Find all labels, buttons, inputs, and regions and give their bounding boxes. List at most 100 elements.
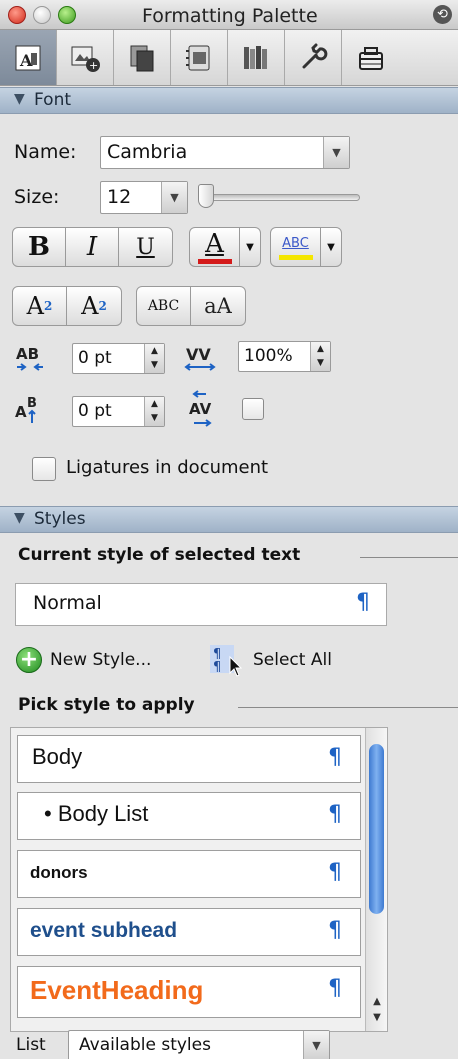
projects-icon	[358, 46, 383, 70]
position-stepper[interactable]: ▲ ▼	[144, 397, 164, 426]
pilcrow-icon: ¶	[328, 918, 342, 943]
tab-copy-pages[interactable]	[114, 30, 171, 85]
style-name: event subhead	[30, 919, 178, 942]
highlight-letters: ABC	[282, 235, 309, 251]
close-button[interactable]	[8, 6, 26, 24]
font-size-slider[interactable]	[200, 194, 360, 201]
superscript-letter: A	[26, 292, 44, 320]
bold-button[interactable]: B	[13, 228, 66, 266]
styles-header-label: Styles	[34, 509, 86, 529]
character-scale-icon: VV	[184, 345, 216, 371]
svg-text:B: B	[27, 396, 37, 411]
pilcrow-icon: ¶	[328, 802, 342, 827]
divider	[238, 707, 458, 708]
change-case-button[interactable]: aA	[191, 287, 245, 325]
character-scale-field[interactable]: 100% ▲ ▼	[238, 341, 331, 372]
pilcrow-icon: ¶	[356, 590, 370, 615]
svg-text:A: A	[19, 51, 33, 70]
styles-section-header[interactable]: ▼ Styles	[0, 506, 458, 533]
chevron-down-icon: ▼	[161, 182, 187, 213]
style-item-donors[interactable]: donors ¶	[17, 850, 361, 898]
font-color-bar	[197, 258, 232, 264]
zoom-button[interactable]	[58, 6, 76, 24]
spacing-stepper[interactable]: ▲ ▼	[144, 344, 164, 373]
scrapbook-icon	[186, 45, 210, 70]
character-spacing-value: 0 pt	[78, 348, 112, 368]
tab-scrapbook[interactable]	[171, 30, 228, 85]
highlight-color-bar	[278, 254, 313, 260]
baseline-position-icon: A B	[15, 396, 37, 423]
kerning-icon: AV	[189, 390, 212, 427]
palette-toolbar: A +	[0, 30, 458, 86]
font-color-button[interactable]: A	[190, 228, 240, 266]
new-style-button[interactable]: + New Style...	[16, 645, 176, 677]
pick-style-label: Pick style to apply	[18, 695, 195, 715]
font-name-popup[interactable]: Cambria ▼	[100, 136, 350, 169]
style-item-event-subhead[interactable]: event subhead ¶	[17, 908, 361, 956]
select-all-icon: ¶ ¶	[210, 645, 243, 677]
font-header-label: Font	[34, 90, 72, 110]
font-section-header[interactable]: ▼ Font	[0, 87, 458, 114]
kerning-checkbox[interactable]	[242, 398, 264, 420]
chevron-down-icon: ▼	[323, 137, 349, 168]
baseline-position-field[interactable]: 0 pt ▲ ▼	[72, 396, 165, 427]
select-all-button[interactable]: ¶ ¶ Select All	[210, 643, 360, 679]
style-item-body-list[interactable]: • Body List ¶	[17, 792, 361, 840]
style-item-body[interactable]: Body ¶	[17, 735, 361, 783]
character-spacing-icon: AB	[16, 345, 43, 371]
scrollbar-thumb[interactable]	[369, 744, 384, 914]
reference-tools-icon	[244, 45, 267, 69]
font-size-label: Size:	[14, 186, 60, 208]
character-scale-value: 100%	[244, 346, 293, 366]
highlight-button[interactable]: ABC	[271, 228, 321, 266]
superscript-mark: 2	[44, 299, 53, 313]
scale-stepper[interactable]: ▲ ▼	[310, 342, 330, 371]
svg-text:AV: AV	[189, 400, 212, 418]
style-name: EventHeading	[30, 975, 204, 1005]
font-size-combo[interactable]: 12 ▼	[100, 181, 188, 214]
tab-text-format[interactable]: A	[0, 30, 57, 85]
tab-projects[interactable]	[342, 30, 399, 85]
tab-reference-tools[interactable]	[228, 30, 285, 85]
ligatures-label: Ligatures in document	[66, 457, 269, 478]
underline-button[interactable]: U	[119, 228, 172, 266]
character-spacing-field[interactable]: 0 pt ▲ ▼	[72, 343, 165, 374]
subscript-mark: 2	[98, 299, 107, 313]
change-case-letters: aA	[204, 294, 232, 318]
svg-text:AB: AB	[16, 345, 39, 363]
font-name-value: Cambria	[107, 141, 188, 163]
chevron-down-icon: ▼	[303, 1031, 329, 1059]
style-name: donors	[30, 863, 88, 882]
tab-toolbox[interactable]	[285, 30, 342, 85]
minimize-button[interactable]	[33, 6, 51, 24]
add-objects-icon: +	[71, 46, 100, 72]
subscript-button[interactable]: A2	[67, 287, 121, 325]
highlight-control[interactable]: ABC ▼	[270, 227, 342, 267]
small-caps-button[interactable]: ABC	[137, 287, 192, 325]
pilcrow-icon: ¶	[328, 860, 342, 885]
scroll-down-arrow[interactable]: ▼	[366, 1012, 387, 1030]
restore-icon[interactable]: ⟲	[433, 5, 452, 24]
tab-add-objects[interactable]: +	[57, 30, 114, 85]
script-buttons: A2 A2	[12, 286, 122, 326]
style-list[interactable]: Body ¶ • Body List ¶ donors ¶ event subh…	[10, 727, 388, 1032]
case-buttons: ABC aA	[136, 286, 246, 326]
svg-text:VV: VV	[186, 345, 211, 364]
subscript-letter: A	[81, 292, 99, 320]
superscript-button[interactable]: A2	[13, 287, 68, 325]
ligatures-checkbox[interactable]	[32, 457, 56, 481]
list-filter-popup[interactable]: Available styles ▼	[68, 1030, 330, 1059]
highlight-menu-arrow[interactable]: ▼	[321, 228, 341, 266]
list-label: List	[16, 1035, 46, 1055]
font-color-letter: A	[205, 228, 224, 259]
style-item-event-heading[interactable]: EventHeading ¶	[17, 966, 361, 1018]
window-title: Formatting Palette	[142, 5, 318, 27]
style-list-scrollbar[interactable]: ▲ ▼	[365, 728, 387, 1031]
current-style-box: Normal ¶	[15, 583, 387, 626]
toolbox-wrench-icon	[302, 43, 328, 68]
slider-thumb[interactable]	[198, 184, 214, 208]
svg-text:¶: ¶	[213, 660, 221, 675]
font-color-menu-arrow[interactable]: ▼	[240, 228, 260, 266]
italic-button[interactable]: I	[66, 228, 119, 266]
font-color-control[interactable]: A ▼	[189, 227, 261, 267]
